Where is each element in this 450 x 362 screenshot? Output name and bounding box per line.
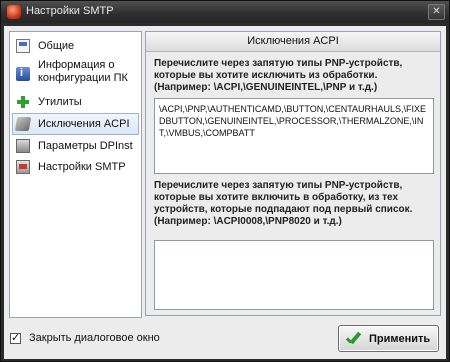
sidebar-item-label: Утилиты bbox=[38, 96, 82, 108]
settings-sidebar: Общие Информация о конфигурации ПК Утили… bbox=[9, 31, 142, 318]
sidebar-item-label: Параметры DPInst bbox=[38, 140, 133, 152]
checkmark-icon bbox=[343, 329, 363, 349]
sidebar-item-smtp-settings[interactable]: Настройки SMTP bbox=[12, 157, 139, 177]
plus-icon bbox=[16, 95, 30, 109]
sidebar-item-label: Общие bbox=[38, 40, 75, 52]
settings-window: Настройки SMTP ✕ Общие Информация о конф… bbox=[0, 0, 450, 362]
include-description: Перечислите через запятую типы PNP-устро… bbox=[154, 180, 413, 227]
sidebar-item-label: Информация о конфигурации ПК bbox=[38, 59, 128, 84]
dialog-client-area: Общие Информация о конфигурации ПК Утили… bbox=[4, 26, 446, 359]
app-icon bbox=[7, 5, 21, 19]
sidebar-item-dpinst-params[interactable]: Параметры DPInst bbox=[12, 136, 139, 156]
exclude-description: Перечислите через запятую типы PNP-устро… bbox=[154, 58, 403, 93]
close-dialog-option[interactable]: Закрыть диалоговое окно bbox=[10, 331, 160, 344]
sidebar-item-acpi-exceptions[interactable]: Исключения ACPI bbox=[12, 113, 139, 135]
close-dialog-checkbox[interactable] bbox=[10, 331, 21, 344]
general-icon bbox=[16, 39, 30, 53]
include-list-textarea[interactable] bbox=[154, 240, 434, 310]
close-button[interactable]: ✕ bbox=[428, 4, 445, 20]
acpi-icon bbox=[14, 117, 32, 131]
apply-button[interactable]: Применить bbox=[338, 325, 439, 352]
info-icon bbox=[16, 67, 30, 81]
sidebar-item-general[interactable]: Общие bbox=[12, 36, 139, 56]
sidebar-item-pc-config-info[interactable]: Информация о конфигурации ПК bbox=[12, 57, 139, 91]
smtp-icon bbox=[16, 160, 30, 174]
apply-button-label: Применить bbox=[369, 332, 431, 345]
panel-title: Исключения ACPI bbox=[146, 32, 440, 52]
exclude-list-textarea[interactable]: \ACPI,\PNP,\AUTHENTICAMD,\BUTTON,\CENTAU… bbox=[154, 98, 434, 174]
sidebar-item-utilities[interactable]: Утилиты bbox=[12, 92, 139, 112]
sidebar-item-label: Настройки SMTP bbox=[38, 161, 126, 173]
dpinst-icon bbox=[16, 139, 30, 153]
acpi-exceptions-panel: Исключения ACPI Перечислите через запяту… bbox=[145, 31, 441, 316]
window-title: Настройки SMTP bbox=[26, 5, 114, 17]
title-bar[interactable]: Настройки SMTP ✕ bbox=[1, 1, 449, 23]
close-dialog-label: Закрыть диалоговое окно bbox=[29, 332, 160, 344]
dialog-footer: Закрыть диалоговое окно Применить bbox=[4, 322, 446, 359]
sidebar-item-label: Исключения ACPI bbox=[38, 118, 130, 130]
